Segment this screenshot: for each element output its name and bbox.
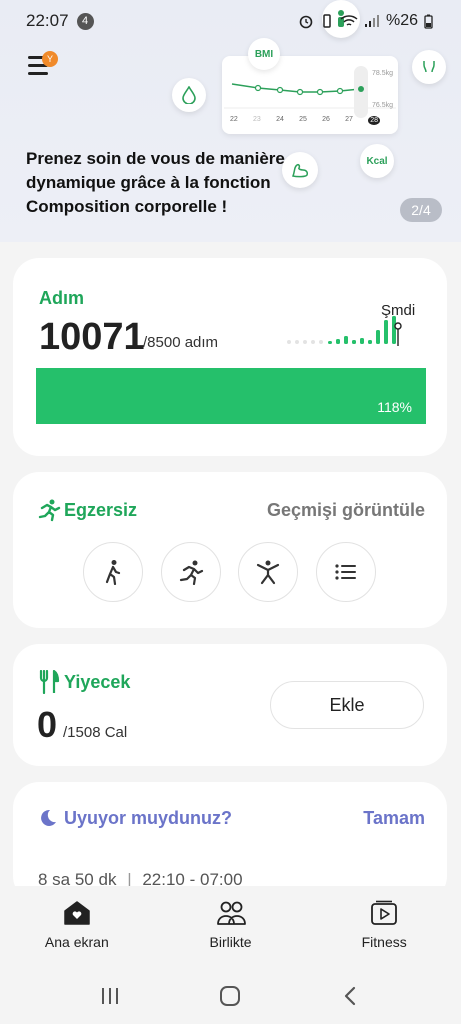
steps-title: Adım <box>39 288 84 308</box>
battery-percent: %26 <box>385 12 418 29</box>
banner-page-counter: 2/4 <box>400 198 442 222</box>
sleep-question: Uyuyor muydunuz? <box>64 808 233 828</box>
steps-value: 10071 <box>39 316 145 358</box>
signal-icon <box>364 15 379 27</box>
sleep-confirm-button[interactable]: Tamam <box>363 808 425 829</box>
home-icon[interactable] <box>218 984 242 1008</box>
water-drop-icon <box>172 78 206 112</box>
day-labels: 22 23 24 25 26 27 28 <box>230 116 380 125</box>
nav-fitness[interactable]: Fitness <box>307 886 461 968</box>
nav-home-label: Ana ekran <box>44 934 109 950</box>
home-heart-icon <box>64 901 90 925</box>
back-icon[interactable] <box>340 985 362 1007</box>
moon-icon <box>41 809 56 826</box>
steps-goal: /8500 adım <box>143 334 219 351</box>
kcal-label: Kcal <box>366 155 388 167</box>
day-label: 23 <box>253 116 261 123</box>
running-icon <box>179 560 204 585</box>
workout-icon <box>256 560 280 585</box>
banner-text: Prenez soin de vous de manière dynamique… <box>26 149 285 216</box>
kcal-bubble: Kcal <box>360 144 394 178</box>
bmi-bubble: BMI <box>248 38 280 70</box>
fork-knife-icon <box>39 670 60 694</box>
weight-high-label: 78.5kg <box>372 70 394 77</box>
view-history-link[interactable]: Geçmişi görüntüle <box>267 500 425 521</box>
status-icons: %26 <box>298 12 433 30</box>
fitness-play-icon <box>371 900 398 925</box>
steps-percent: 118% <box>377 399 412 415</box>
recent-apps-icon[interactable] <box>99 985 121 1007</box>
steps-progress-fill <box>36 368 426 424</box>
menu-badge: Y <box>42 51 58 67</box>
bottom-navigation: Ana ekran Birlikte Fitness <box>0 886 461 968</box>
day-label-selected: 28 <box>368 116 380 125</box>
food-calories-goal: /1508 Cal <box>63 724 128 741</box>
status-time: 22:07 <box>26 11 69 30</box>
wifi-icon <box>340 15 358 26</box>
food-calories-value: 0 <box>37 704 58 745</box>
nav-together-label: Birlikte <box>209 934 252 950</box>
people-icon <box>216 901 246 925</box>
day-label: 27 <box>345 116 353 123</box>
steps-progress-bar: 118% <box>36 368 426 424</box>
walking-icon <box>105 560 121 585</box>
food-title: Yiyecek <box>64 672 131 692</box>
status-bar: 22:07 4 %26 <box>0 0 461 42</box>
exercise-list-button[interactable] <box>316 542 376 602</box>
list-icon <box>335 564 356 580</box>
day-label: 22 <box>230 116 238 123</box>
system-navigation <box>0 968 461 1024</box>
notification-count-badge: 4 <box>76 12 94 30</box>
nav-together[interactable]: Birlikte <box>154 886 308 968</box>
workout-button[interactable] <box>238 542 298 602</box>
battery-icon <box>424 14 433 29</box>
nav-fitness-label: Fitness <box>361 934 407 950</box>
walking-button[interactable] <box>83 542 143 602</box>
nav-home[interactable]: Ana ekran <box>0 886 154 968</box>
day-label: 24 <box>276 116 284 123</box>
exercise-icon <box>38 499 61 522</box>
exercise-title: Egzersiz <box>64 500 138 520</box>
bmi-label: BMI <box>254 48 274 60</box>
steps-card[interactable]: Adım 10071 /8500 adım Şmdi 118% <box>13 258 447 456</box>
day-label: 26 <box>322 116 330 123</box>
vibrate-icon <box>323 14 331 28</box>
sleep-card[interactable]: Uyuyor muydunuz? Tamam 8 sa 50 dk | 22:1… <box>13 782 447 902</box>
food-card[interactable]: Yiyecek 0 /1508 Cal Ekle <box>13 644 447 766</box>
weight-chart-illustration: 78.5kg 76.5kg 22 23 24 25 26 27 28 <box>222 56 398 134</box>
alarm-icon <box>299 15 313 29</box>
add-food-button[interactable]: Ekle <box>270 681 424 729</box>
body-icon <box>412 50 446 84</box>
steps-now-label: Şmdi <box>381 302 416 319</box>
day-label: 25 <box>299 116 307 123</box>
exercise-card[interactable]: Egzersiz Geçmişi görüntüle <box>13 472 447 628</box>
weight-low-label: 76.5kg <box>372 102 394 109</box>
running-button[interactable] <box>161 542 221 602</box>
